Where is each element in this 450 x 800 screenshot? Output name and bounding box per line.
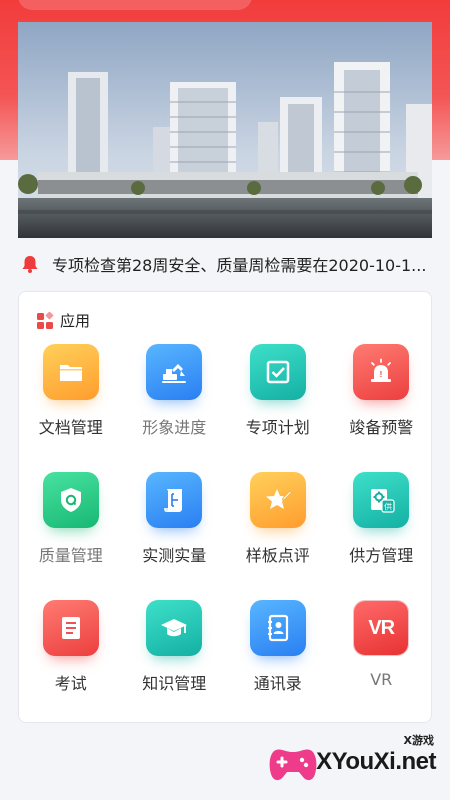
header-tab-shape xyxy=(18,0,252,10)
apps-grid-icon xyxy=(37,311,54,329)
shield-q-icon xyxy=(60,488,81,512)
app-label: 质量管理 xyxy=(38,546,103,565)
app-progress[interactable]: 形象进度 xyxy=(123,340,227,468)
app-warning[interactable]: ! 竣备预警 xyxy=(330,340,434,468)
app-label: 供方管理 xyxy=(349,546,414,565)
app-label: 竣备预警 xyxy=(349,418,414,437)
app-supplier[interactable]: 供 供方管理 xyxy=(330,468,434,596)
watermark-big-text: XYouXi.net xyxy=(316,748,436,775)
app-label: 形象进度 xyxy=(142,418,207,437)
app-label: 通讯录 xyxy=(253,674,302,693)
alarm-light-icon: ! xyxy=(371,358,392,382)
graduation-cap-icon xyxy=(161,619,188,637)
svg-text:供: 供 xyxy=(384,502,392,512)
notice-bar[interactable]: 专项检查第28周安全、质量周检需要在2020-10-1... xyxy=(0,244,450,284)
measure-scroll-icon xyxy=(164,489,183,512)
folder-icon xyxy=(59,365,82,381)
svg-text:!: ! xyxy=(380,370,383,379)
vr-icon: VR xyxy=(354,601,409,655)
app-contacts[interactable]: 通讯录 xyxy=(226,596,330,724)
apps-card: 应用 文档管理 形象进度 专项计划 ! 竣备预警 质量管理 实测实量 样板点评 … xyxy=(18,291,432,723)
bell-icon xyxy=(22,256,38,273)
app-label: 专项计划 xyxy=(245,418,310,437)
contacts-book-icon xyxy=(267,614,288,642)
banner-image[interactable] xyxy=(18,22,432,238)
app-knowledge[interactable]: 知识管理 xyxy=(123,596,227,724)
app-measure[interactable]: 实测实量 xyxy=(123,468,227,596)
app-label: 知识管理 xyxy=(142,674,207,693)
app-plan[interactable]: 专项计划 xyxy=(226,340,330,468)
app-label: 文档管理 xyxy=(38,418,103,437)
excavator-icon xyxy=(162,364,187,383)
apps-title: 应用 xyxy=(60,312,91,330)
app-label: 实测实量 xyxy=(142,546,207,565)
app-sample-review[interactable]: 样板点评 xyxy=(226,468,330,596)
app-docs[interactable]: 文档管理 xyxy=(19,340,123,468)
exam-book-icon xyxy=(61,617,80,639)
app-vr[interactable]: VR VR xyxy=(330,596,434,724)
supplier-gear-icon: 供 xyxy=(371,489,395,513)
app-label: 样板点评 xyxy=(245,546,310,565)
star-pen-icon xyxy=(265,489,292,509)
checkbox-icon xyxy=(266,360,289,384)
apps-header: 应用 xyxy=(36,310,90,331)
watermark-small-text: X游戏 xyxy=(403,734,434,747)
app-quality[interactable]: 质量管理 xyxy=(19,468,123,596)
watermark: X游戏 XYouXi.net xyxy=(268,730,444,792)
app-label: VR xyxy=(370,670,393,689)
app-label: 考试 xyxy=(54,674,87,693)
gamepad-logo-icon xyxy=(269,749,317,781)
app-exam[interactable]: 考试 xyxy=(19,596,123,724)
notice-text: 专项检查第28周安全、质量周检需要在2020-10-1... xyxy=(52,256,427,275)
